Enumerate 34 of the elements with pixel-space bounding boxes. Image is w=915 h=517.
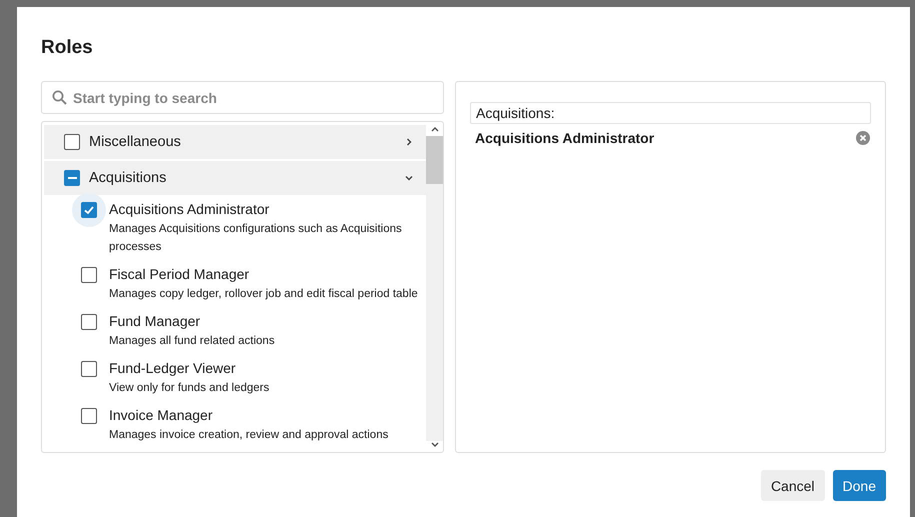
checkbox[interactable] [81, 361, 97, 377]
role-description: Manages all fund related actions [109, 334, 275, 349]
role-description: Manages invoice creation, review and approval actions [109, 428, 388, 443]
done-button[interactable]: Done [832, 470, 886, 501]
group-label: Acquisitions [89, 170, 168, 186]
role-name: Fund-Ledger Viewer [109, 360, 237, 376]
role-description: Manages copy ledger, rollover job and edit fiscal period table [109, 287, 418, 302]
checkbox[interactable] [81, 202, 97, 218]
role-name: Fiscal Period Manager [109, 266, 250, 282]
scrollbar-thumb[interactable] [426, 136, 443, 184]
scroll-down-icon[interactable] [430, 441, 440, 449]
checkbox[interactable] [64, 170, 80, 186]
role-description: View only for funds and ledgers [109, 381, 270, 396]
selected-role: Acquisitions Administrator [475, 130, 654, 146]
scroll-up-icon[interactable] [430, 125, 440, 133]
role-name: Invoice Manager [109, 407, 214, 423]
checkbox[interactable] [64, 134, 80, 150]
group-row[interactable]: Miscellaneous [44, 125, 426, 159]
cancel-button[interactable]: Cancel [760, 470, 825, 501]
selected-group-heading: Acquisitions: [470, 102, 871, 124]
search-field[interactable]: Start typing to search [41, 81, 444, 114]
group-row[interactable]: Acquisitions [44, 161, 426, 195]
checkbox[interactable] [81, 314, 97, 330]
checkbox[interactable] [81, 408, 97, 424]
role-name: Fund Manager [109, 313, 202, 329]
dialog-title: Roles [41, 36, 94, 60]
role-description: Manages Acquisitions configurations such as Acquisitions processes [109, 222, 403, 255]
checkbox[interactable] [81, 267, 97, 283]
search-icon [52, 90, 67, 105]
check-icon [83, 204, 95, 216]
scrollbar-track[interactable] [426, 136, 443, 441]
group-label: Miscellaneous [89, 134, 182, 150]
remove-icon[interactable] [856, 131, 870, 145]
role-name: Acquisitions Administrator [109, 201, 270, 217]
